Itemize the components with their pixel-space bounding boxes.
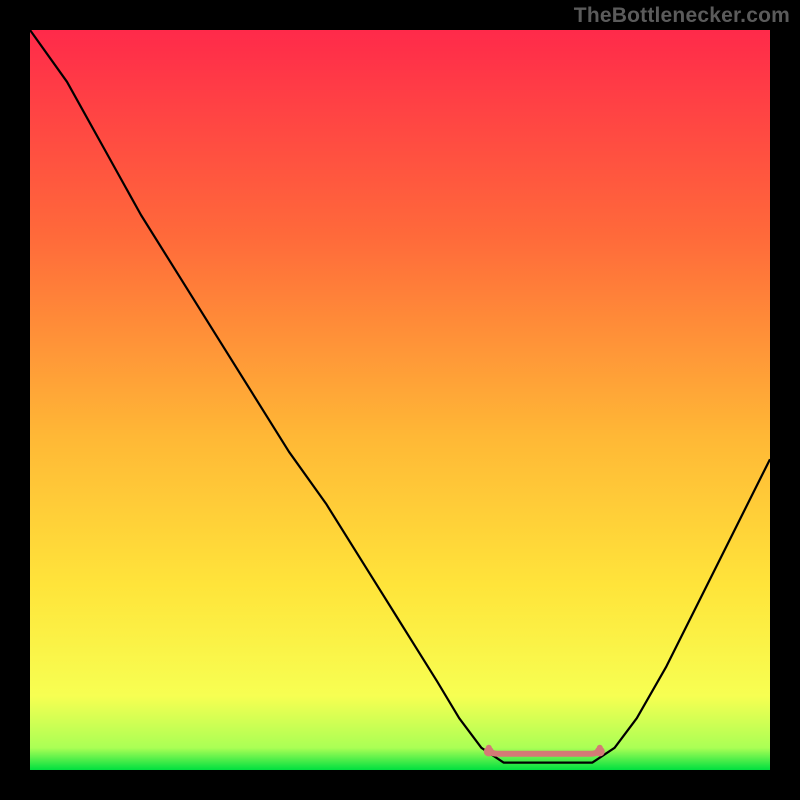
optimal-range-start-icon <box>484 747 494 757</box>
watermark-text: TheBottleneсker.com <box>574 4 790 28</box>
plot-area <box>30 30 770 770</box>
optimal-range-end-icon <box>595 747 605 757</box>
bottleneck-chart <box>0 0 800 800</box>
chart-container: TheBottleneсker.com <box>0 0 800 800</box>
